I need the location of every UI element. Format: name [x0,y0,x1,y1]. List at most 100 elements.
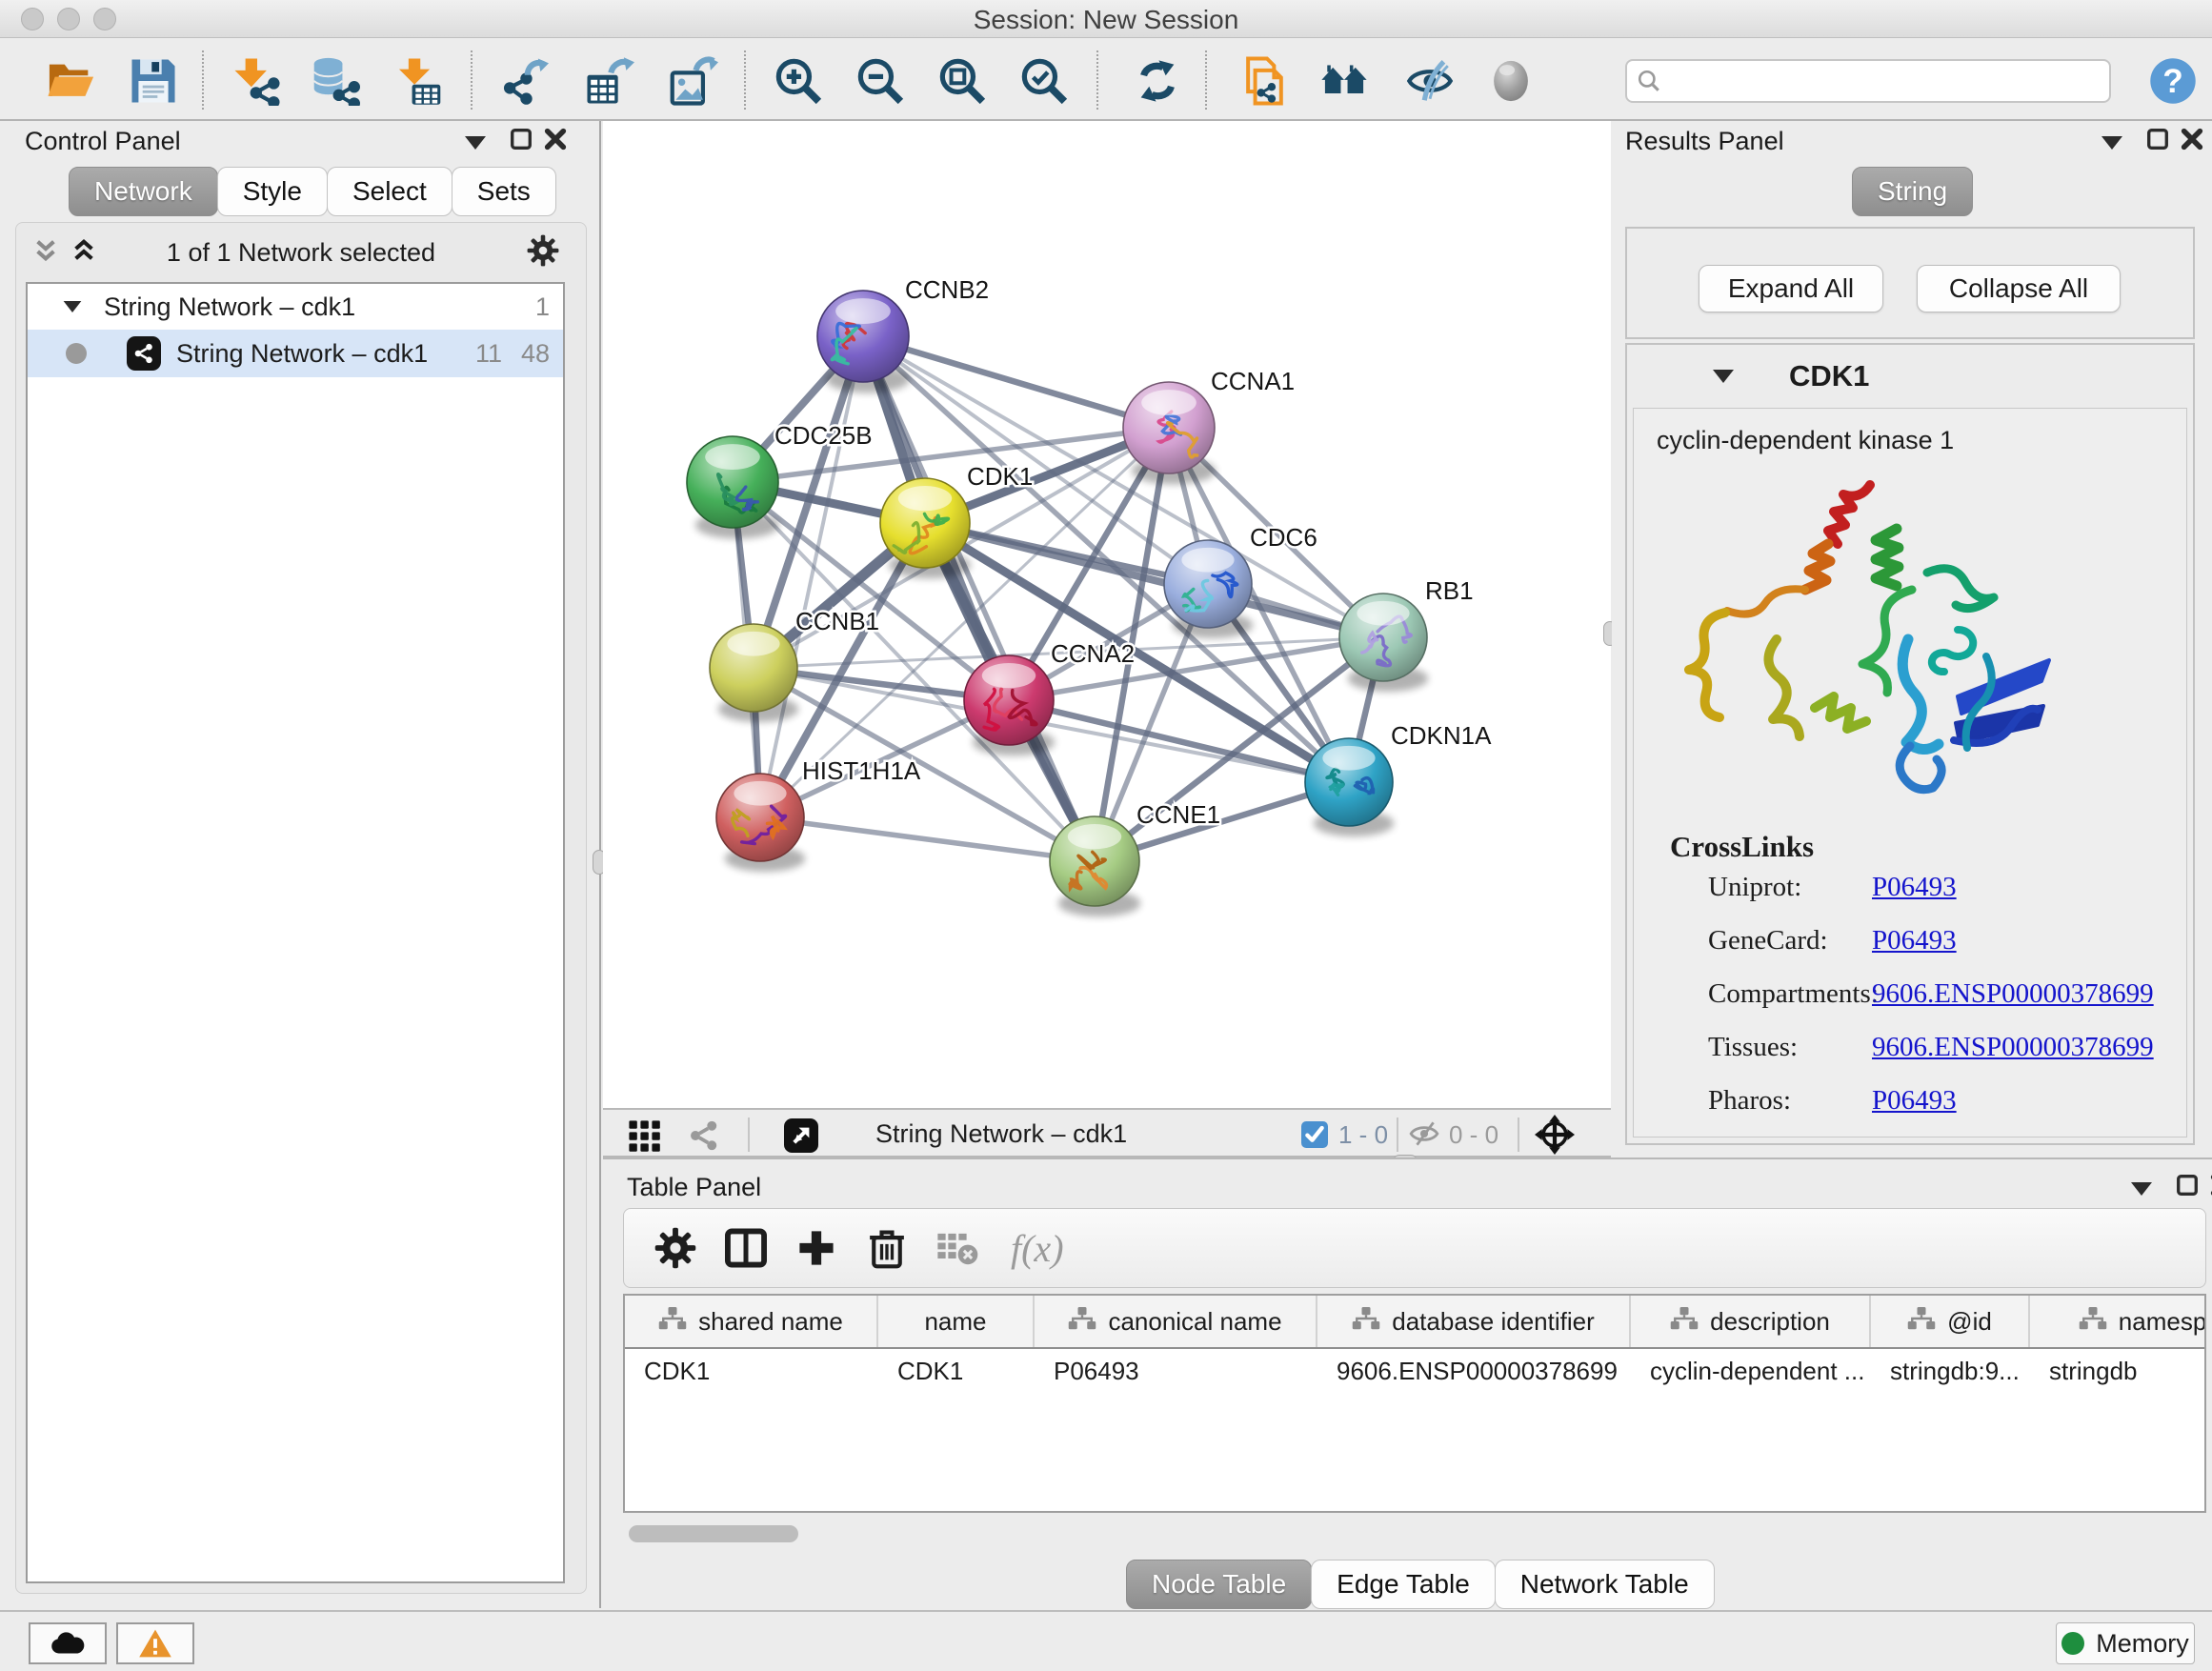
search-input[interactable] [1669,62,2109,100]
gene-entry-header[interactable]: CDK1 [1627,345,2193,408]
export-image-button[interactable] [662,51,725,111]
network-options-gear-icon[interactable] [527,234,559,267]
hidden-eye-slash-icon[interactable] [1409,1118,1439,1149]
node-CCNA1[interactable]: CCNA1 [1123,367,1295,485]
cell-name[interactable]: CDK1 [878,1357,1035,1386]
node-CCNB1[interactable]: CCNB1 [710,607,879,722]
tab-style[interactable]: Style [217,167,328,216]
column-header-shared-name[interactable]: shared name [625,1296,878,1347]
hide-unhide-button[interactable] [1398,51,1461,111]
tab-network[interactable]: Network [69,167,218,216]
export-network-button[interactable] [493,51,555,111]
float-panel-icon[interactable] [2145,127,2170,151]
column-header-@id[interactable]: @id [1871,1296,2030,1347]
collection-label: String Network – cdk1 [104,292,355,322]
node-RB1[interactable]: RB1 [1339,576,1474,692]
scrollbar-thumb[interactable] [629,1525,798,1542]
panel-menu-icon[interactable] [2131,1182,2152,1196]
column-header-database-identifier[interactable]: database identifier [1317,1296,1631,1347]
tab-sets[interactable]: Sets [452,167,556,216]
table-horizontal-scrollbar[interactable] [623,1524,2206,1545]
eye-slash-icon [1405,56,1455,106]
selected-checkbox-icon[interactable] [1301,1121,1328,1148]
warnings-button[interactable] [116,1622,194,1664]
collapse-all-button[interactable]: Collapse All [1917,265,2121,312]
save-session-button[interactable] [122,51,185,111]
table-options-gear-icon[interactable] [653,1225,698,1271]
panel-menu-icon[interactable] [465,136,486,150]
cloud-button[interactable] [29,1622,107,1664]
node-HIST1H1A[interactable]: HIST1H1A [716,756,921,872]
close-panel-icon[interactable] [2180,127,2204,151]
node-CDKN1A[interactable]: CDKN1A [1305,721,1492,836]
tab-select[interactable]: Select [327,167,452,216]
cell-shared-name[interactable]: CDK1 [625,1357,878,1386]
table-toolbar: f(x) [623,1208,2206,1288]
table-row[interactable]: CDK1CDK1P064939606.ENSP00000378699cyclin… [625,1349,2204,1393]
crosslink-link[interactable]: 9606.ENSP00000378699 [1872,1032,2154,1063]
export-table-button[interactable] [578,51,641,111]
clone-network-view-button[interactable] [1231,51,1294,111]
crosslink-link[interactable]: P06493 [1872,1085,1957,1117]
delete-column-icon[interactable] [864,1225,910,1271]
tree-column-icon [2079,1306,2107,1338]
birds-eye-grid-icon[interactable] [627,1118,661,1153]
entry-collapse-icon[interactable] [1713,370,1734,383]
zoom-selected-button[interactable] [1013,51,1076,111]
tab-string[interactable]: String [1852,167,1973,216]
tab-edge-table[interactable]: Edge Table [1311,1560,1496,1609]
cell-description[interactable]: cyclin-dependent ... [1631,1357,1871,1386]
collection-expand-icon[interactable] [64,301,82,312]
fit-selected-crosshair-icon[interactable] [1535,1115,1575,1155]
control-panel-title: Control Panel [25,127,181,156]
crosslink-link[interactable]: 9606.ENSP00000378699 [1872,978,2154,1010]
cell-database-identifier[interactable]: 9606.ENSP00000378699 [1317,1357,1631,1386]
network-view[interactable]: CCNB2CCNA1CDC25BCDK1CDC6RB1CCNB1CCNA2CDK… [603,121,1611,1108]
network-row[interactable]: String Network – cdk1 11 48 [28,330,563,377]
open-session-button[interactable] [40,51,103,111]
column-header-description[interactable]: description [1631,1296,1871,1347]
statusbar-separator [1397,1117,1398,1152]
tree-column-icon [658,1306,687,1338]
tab-node-table[interactable]: Node Table [1126,1560,1312,1609]
add-column-icon[interactable] [794,1225,839,1271]
close-panel-icon[interactable] [543,127,568,151]
float-panel-icon[interactable] [509,127,533,151]
node-CDC6[interactable]: CDC6 [1164,523,1317,638]
memory-button[interactable]: Memory [2056,1622,2195,1664]
zoom-in-button[interactable] [767,51,830,111]
crosslink-link[interactable]: P06493 [1872,872,1957,903]
node-CCNB2[interactable]: CCNB2 [817,275,989,393]
column-header-namespace[interactable]: namespace [2030,1296,2206,1347]
zoom-fit-icon [937,56,987,106]
help-button[interactable]: ? [2142,51,2204,111]
column-header-canonical-name[interactable]: canonical name [1035,1296,1317,1347]
network-graph[interactable]: CCNB2CCNA1CDC25BCDK1CDC6RB1CCNB1CCNA2CDK… [603,121,1611,1108]
share-network-icon[interactable] [687,1118,721,1153]
zoom-fit-button[interactable] [931,51,994,111]
panel-menu-icon[interactable] [2101,136,2122,150]
refresh-view-button[interactable] [1126,51,1189,111]
network-collection-row[interactable]: String Network – cdk1 1 [28,284,563,330]
birds-eye-view-button[interactable] [1313,51,1376,111]
toolbar-separator [202,50,204,110]
cell-namespace[interactable]: stringdb [2030,1357,2206,1386]
control-panel-tabs: NetworkStyleSelectSets [69,167,555,216]
zoom-out-button[interactable] [849,51,912,111]
show-columns-icon[interactable] [723,1225,769,1271]
column-header-name[interactable]: name [878,1296,1035,1347]
node-table: shared namenamecanonical namedatabase id… [623,1294,2206,1513]
import-network-button[interactable] [226,51,289,111]
float-panel-icon[interactable] [2175,1173,2200,1198]
search-field[interactable] [1625,59,2111,103]
warning-icon [138,1628,172,1659]
import-table-button[interactable] [388,51,451,111]
cell-canonical-name[interactable]: P06493 [1035,1357,1317,1386]
cell-@id[interactable]: stringdb:9... [1871,1357,2030,1386]
crosslink-link[interactable]: P06493 [1872,925,1957,956]
open-in-browser-icon[interactable] [784,1118,818,1153]
show-graphics-details-button[interactable] [1479,51,1542,111]
tab-network-table[interactable]: Network Table [1495,1560,1715,1609]
expand-all-button[interactable]: Expand All [1699,265,1883,312]
import-network-from-database-button[interactable] [304,51,367,111]
